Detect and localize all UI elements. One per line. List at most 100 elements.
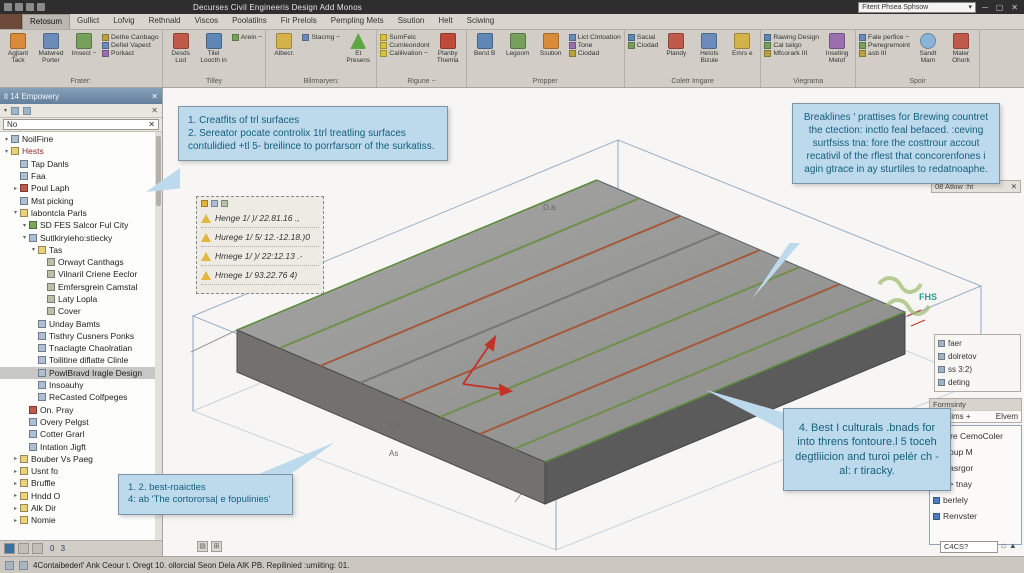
tool-pwregremoint[interactable]: Pwregremoint — [859, 42, 910, 49]
expander-icon[interactable]: ▸ — [11, 480, 20, 487]
redo-icon[interactable] — [37, 3, 45, 11]
tree-item-orwayt-canthags[interactable]: Orwayt Canthags — [0, 256, 162, 268]
tree-item-cotter-grarl[interactable]: Cotter Grarl — [0, 428, 162, 440]
tree-item-laty-lopla[interactable]: Laty Lopla — [0, 293, 162, 305]
panel-tab-2[interactable] — [18, 543, 29, 554]
tool-rawing-design[interactable]: Rawing Design — [764, 34, 819, 41]
tool-emrs-e[interactable]: Emrs e — [727, 32, 757, 66]
tool-arein[interactable]: Arein − — [231, 34, 262, 41]
tree-item-mst-picking[interactable]: Mst picking — [0, 194, 162, 206]
expander-icon[interactable]: ▸ — [11, 455, 20, 462]
scrollbar-thumb[interactable] — [156, 136, 161, 206]
menu-tab-viscos[interactable]: Viscos — [188, 14, 225, 29]
tree-item-intation-jigft[interactable]: Intation Jigft — [0, 440, 162, 452]
tool-cal-tailgo[interactable]: Cal tailgo — [764, 42, 819, 49]
tool-porkact[interactable]: Porkact — [102, 50, 159, 57]
layout-grid-icon[interactable]: ⊞ — [211, 541, 222, 552]
tree-item-tap-danls[interactable]: Tap Danls — [0, 158, 162, 170]
menu-tab-pempling-mets[interactable]: Pempling Mets — [324, 14, 391, 29]
tree-item-emfersgrein-camstal[interactable]: Emfersgrein Camstal — [0, 281, 162, 293]
tree-item-on-pray[interactable]: On. Pray — [0, 404, 162, 416]
warning-row[interactable]: Hmege 1/ )/ 22:12.13 .- — [201, 247, 319, 266]
menu-tab-lofvig[interactable]: Lofvig — [106, 14, 141, 29]
tree-item-vilnaril-criene-eeclor[interactable]: Vilnaril Criene Eeclor — [0, 268, 162, 280]
tree-item-powlbravd-iragle-design[interactable]: PowlBravd Iragle Design — [0, 366, 162, 379]
tool-sumfelc[interactable]: SumFelc — [380, 34, 429, 41]
tree-item-insoauhy[interactable]: Insoauhy — [0, 379, 162, 391]
tool-planby-themla[interactable]: Planby Themla — [433, 32, 463, 66]
menu-tab-fir-prelols[interactable]: Fir Prelols — [274, 14, 324, 29]
menu-tab-retosum[interactable]: Retosum — [22, 14, 71, 29]
tool-tone[interactable]: Tone — [568, 42, 621, 49]
tool-lict-cintoation[interactable]: Lict Cintoation — [568, 34, 621, 41]
tool-asb-iii[interactable]: asb III — [859, 50, 910, 57]
tree-item-poul-laph[interactable]: ▸ Poul Laph — [0, 182, 162, 194]
palette-row-faer[interactable]: faer — [938, 337, 1017, 350]
callout-bottom-right[interactable]: 4. Best I culturals .bnads for into thre… — [783, 408, 951, 492]
palette-row-deting[interactable]: deting — [938, 376, 1017, 389]
chevron-down-icon[interactable]: ▾ — [969, 3, 973, 12]
menu-tab-sciwing[interactable]: Sciwing — [460, 14, 502, 29]
tree-item-toilitine-diflatte-clinle[interactable]: Toilitine diflatte Clinle — [0, 354, 162, 366]
tool-calilivation[interactable]: Calilivation − — [380, 50, 429, 57]
tool-maler-ohork[interactable]: Maler Ohork — [946, 32, 976, 66]
undo-icon[interactable] — [26, 3, 34, 11]
expander-icon[interactable]: ▾ — [2, 148, 11, 155]
warning-row[interactable]: Hurege 1/ 5/ 12.-12.18.)0 — [201, 228, 319, 247]
tool-plandy[interactable]: Plandy — [661, 32, 691, 66]
tree-item-cover[interactable]: Cover — [0, 305, 162, 317]
tree-item-nomie[interactable]: ▸ Nomie — [0, 514, 162, 526]
palette-row-dolretov[interactable]: dolretov — [938, 350, 1017, 363]
expander-icon[interactable]: ▸ — [11, 185, 20, 192]
tree-item-recasted-colfpeges[interactable]: ReCasted Colfpeges — [0, 391, 162, 403]
expander-icon[interactable]: ▾ — [11, 209, 20, 216]
tree-item-tisthry-cusners-ponks[interactable]: Tisthry Cusners Ponks — [0, 330, 162, 342]
tool-ssution[interactable]: Ssution — [536, 32, 566, 66]
tool-dethe-canbago[interactable]: Dethe Canbago — [102, 34, 159, 41]
panel-tab-active[interactable] — [4, 543, 15, 554]
property-row-renvster[interactable]: Renvster — [933, 508, 1018, 524]
expander-icon[interactable]: ▸ — [11, 517, 20, 524]
tool-cumleondont[interactable]: Cumleondont — [380, 42, 430, 49]
formsinty-right[interactable]: Elvem — [996, 412, 1018, 421]
up-arrow-icon[interactable]: ▲ — [1009, 541, 1017, 550]
status-grid-icon[interactable] — [5, 560, 14, 570]
tool-fale-perfice[interactable]: Fale perfice − — [859, 34, 910, 41]
app-menu-button[interactable] — [0, 14, 22, 29]
property-row-berlely[interactable]: berlely — [933, 492, 1018, 508]
chevron-down-icon[interactable]: ▾ — [4, 107, 7, 114]
tree-item-hests[interactable]: ▾ Hests — [0, 145, 162, 157]
tool-matwred-porter[interactable]: Matwred Porter — [36, 32, 66, 66]
menu-tab-ssution[interactable]: Ssution — [391, 14, 432, 29]
tool-ciodad[interactable]: Ciodad — [568, 50, 621, 57]
home-icon[interactable]: ⌂ — [1001, 541, 1006, 550]
tool-sandt-mam[interactable]: Sandt Mam — [913, 32, 943, 66]
menu-tab-helt[interactable]: Helt — [431, 14, 459, 29]
menu-tab-gullict[interactable]: Gullict — [70, 14, 106, 29]
tool-berst-b[interactable]: Berst B — [470, 32, 500, 66]
panel-close-icon[interactable]: ✕ — [151, 92, 158, 101]
tree-item-bouber-vs-paeg[interactable]: ▸ Bouber Vs Paeg — [0, 453, 162, 465]
expander-icon[interactable]: ▸ — [11, 468, 20, 475]
tool-inseting-metof[interactable]: Inseting Metof — [822, 32, 852, 66]
search-input[interactable]: Fitent Phsea Sphsow ▾ — [858, 1, 977, 13]
panel-close-icon-small[interactable]: ✕ — [151, 106, 158, 115]
panel-tab-3[interactable] — [32, 543, 43, 554]
mini-panel-close-icon[interactable]: ✕ — [1011, 182, 1017, 191]
model-space-icon[interactable]: ▤ — [197, 541, 208, 552]
refresh-icon[interactable] — [23, 106, 32, 115]
coordinates-input[interactable]: C4CS? — [940, 541, 998, 553]
menu-tab-rethnald[interactable]: Rethnald — [142, 14, 188, 29]
callout-top-right[interactable]: Breaklines ' prattises for Brewing count… — [792, 103, 1000, 184]
expander-icon[interactable]: ▾ — [2, 136, 11, 143]
tree-item-sutlkiryieho-stiecky[interactable]: ▾ Sutlkiryieho:stiecky — [0, 231, 162, 243]
clear-filter-icon[interactable]: ✕ — [148, 120, 155, 129]
view-mode-icon[interactable] — [11, 106, 20, 115]
tool-et-presens[interactable]: Et Presens — [343, 32, 373, 66]
tool-mfcorark-iii[interactable]: Mfcorark III — [764, 50, 819, 57]
tool-imsect[interactable]: Imsect − — [69, 32, 99, 66]
minimize-button[interactable]: ─ — [980, 3, 990, 12]
tool-ciodad[interactable]: Ciodad — [627, 42, 658, 49]
tool-tilel-loocth-in[interactable]: Tilel Loocth in — [199, 32, 229, 66]
palette-row-ss-3-2[interactable]: ss 3:2) — [938, 363, 1017, 376]
